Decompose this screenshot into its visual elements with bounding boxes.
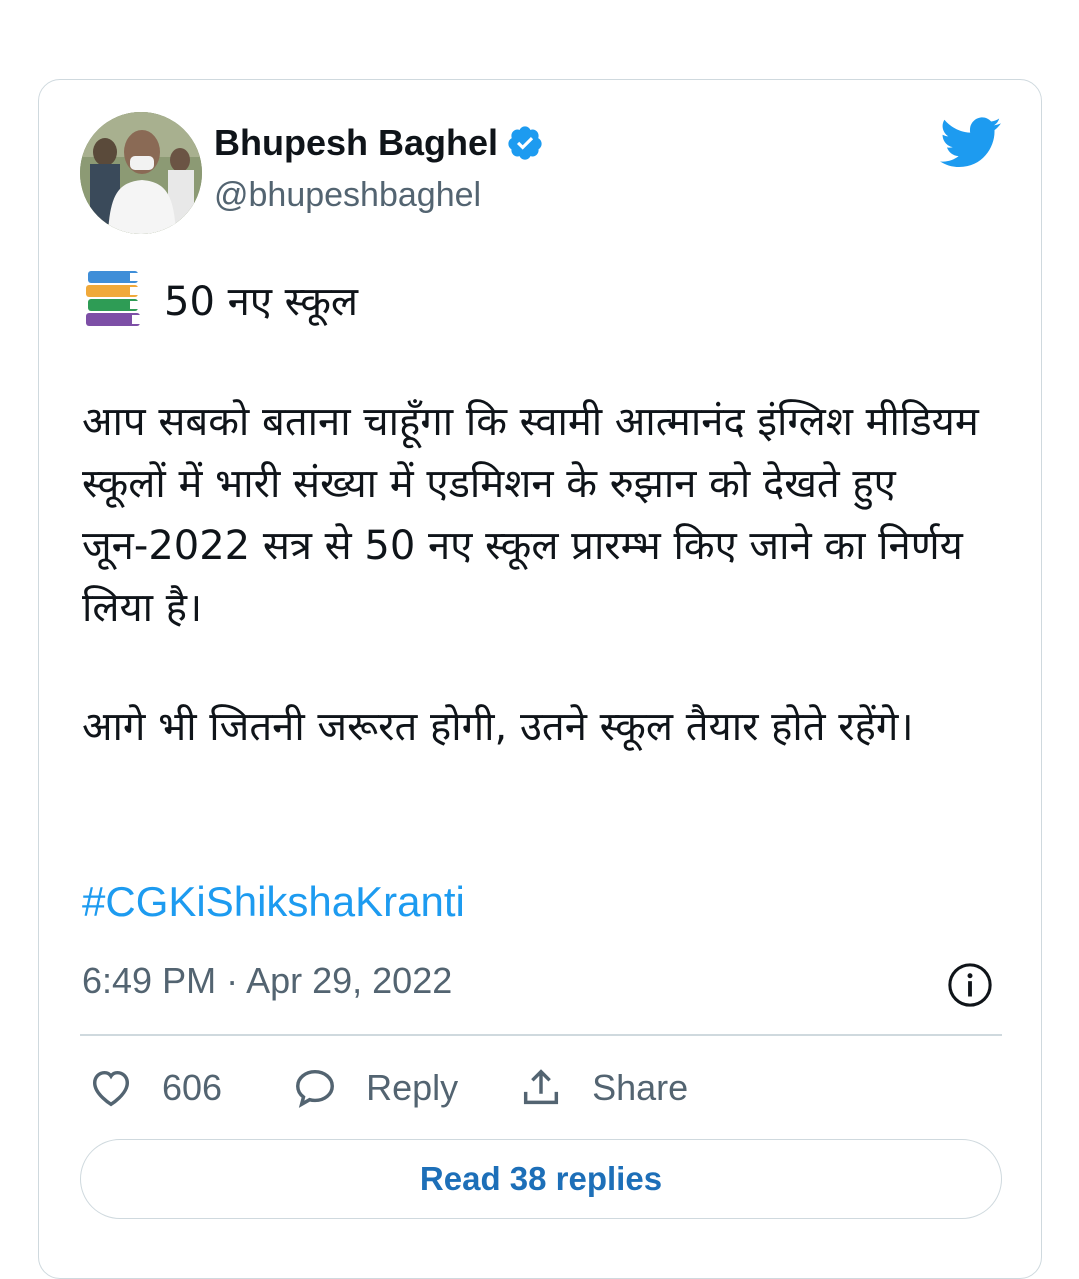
author-handle[interactable]: @bhupeshbaghel	[214, 176, 481, 215]
share-upload-icon	[524, 1069, 559, 1105]
author-avatar[interactable]	[80, 112, 202, 234]
heart-icon	[92, 1070, 130, 1107]
tweet-paragraph-2: आगे भी जितनी जरूरत होगी, उतने स्कूल तैया…	[82, 704, 914, 750]
twitter-bird-icon[interactable]	[940, 117, 1002, 169]
reply-label: Reply	[366, 1067, 459, 1108]
tweet-headline: 50 नए स्कूल	[84, 271, 358, 327]
speech-bubble-icon	[296, 1069, 335, 1108]
tweet-paragraph-1: आप सबको बताना चाहूँगा कि स्वामी आत्मानंद…	[82, 399, 979, 631]
headline-text: 50 नए स्कूल	[164, 278, 359, 325]
author-name[interactable]: Bhupesh Baghel	[214, 122, 498, 164]
verified-badge-icon	[508, 126, 542, 160]
divider	[80, 1034, 1002, 1036]
like-count: 606	[162, 1067, 223, 1108]
like-button[interactable]: 606	[88, 1065, 222, 1111]
read-replies-button[interactable]: Read 38 replies	[80, 1139, 1002, 1219]
reply-button[interactable]: Reply	[292, 1065, 458, 1111]
share-label: Share	[592, 1067, 689, 1108]
info-icon[interactable]	[947, 962, 993, 1008]
hashtag-link[interactable]: #CGKiShikshaKranti	[82, 878, 465, 926]
tweet-timestamp[interactable]: 6:49 PM · Apr 29, 2022	[82, 960, 452, 1002]
author-name-row[interactable]: Bhupesh Baghel	[214, 122, 544, 164]
share-button[interactable]: Share	[518, 1065, 688, 1111]
tweet-actions: 606 Reply Share	[88, 1062, 688, 1114]
books-icon	[86, 271, 140, 326]
